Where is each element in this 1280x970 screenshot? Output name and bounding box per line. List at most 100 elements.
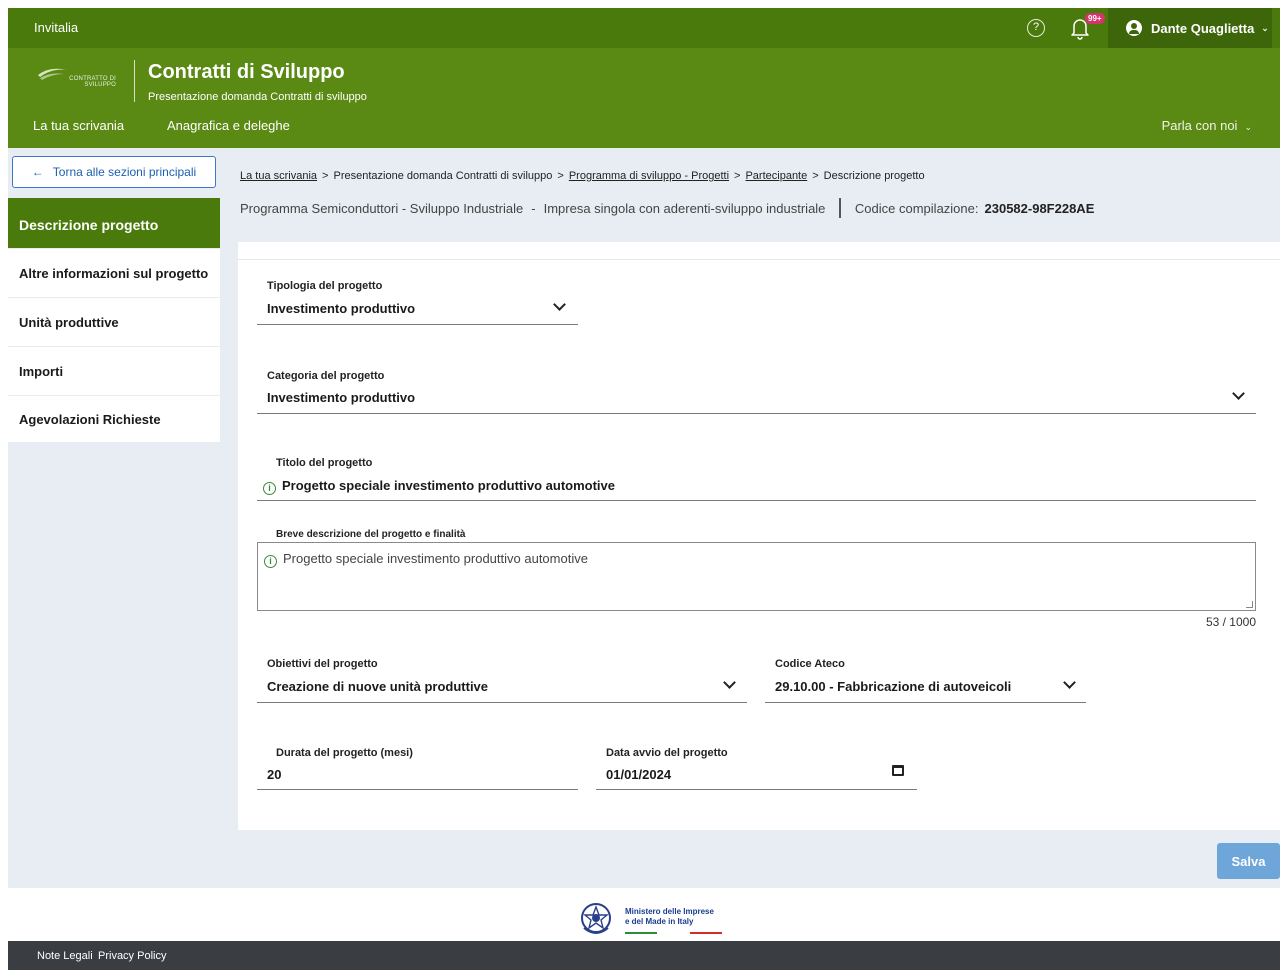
sidebar-item-agevolazioni-richieste[interactable]: Agevolazioni Richieste (8, 396, 220, 443)
field-underline (257, 500, 1256, 501)
durata-label: Durata del progetto (mesi) (276, 747, 413, 759)
obiettivi-label: Obiettivi del progetto (267, 658, 378, 670)
footer-logo-area: Ministero delle Imprese e del Made in It… (8, 888, 1280, 941)
info-divider (839, 198, 841, 218)
field-underline (257, 413, 1256, 414)
ministry-logo[interactable]: Ministero delle Imprese e del Made in It… (580, 902, 730, 938)
tipologia-label: Tipologia del progetto (267, 280, 383, 292)
form-card: Tipologia del progetto Investimento prod… (238, 242, 1280, 830)
main-content: ← Torna alle sezioni principali Descrizi… (8, 148, 1280, 888)
help-icon[interactable]: ? (1027, 19, 1045, 37)
notifications-badge: 99+ (1085, 13, 1105, 24)
codice-ateco-select[interactable]: Codice Ateco 29.10.00 - Fabbricazione di… (765, 655, 1086, 703)
field-underline (257, 702, 747, 703)
chevron-down-icon (1063, 676, 1076, 689)
breadcrumb-presentazione-domanda: Presentazione domanda Contratti di svilu… (333, 170, 553, 182)
calendar-icon[interactable] (892, 765, 904, 776)
breadcrumb-programma-sviluppo[interactable]: Programma di sviluppo - Progetti (569, 170, 729, 182)
breadcrumb: La tua scrivania > Presentazione domanda C… (240, 170, 925, 182)
app-header: CONTRATTO DI SVILUPPO Contratti di Svilu… (8, 48, 1280, 148)
categoria-value: Investimento produttivo (267, 390, 416, 405)
breadcrumb-separator: > (812, 170, 819, 182)
chevron-down-icon: ⌄ (1261, 22, 1269, 33)
titolo-value: Progetto speciale investimento produttiv… (282, 478, 615, 493)
titolo-input[interactable]: Titolo del progetto i Progetto speciale i… (257, 454, 1256, 501)
avatar-icon (1126, 20, 1142, 36)
user-name: Dante Quaglietta (1151, 20, 1255, 36)
breadcrumb-partecipante[interactable]: Partecipante (745, 170, 807, 182)
sidebar-item-label: Unità produttive (19, 314, 119, 330)
flag-green-bar (625, 932, 657, 934)
sidebar-item-label: Agevolazioni Richieste (19, 411, 161, 427)
codice-ateco-value: 29.10.00 - Fabbricazione di autoveicoli (775, 679, 1012, 694)
sidebar-item-label: Altre informazioni sul progetto (19, 265, 209, 281)
program-info: Programma Semiconduttori - Sviluppo Indu… (240, 198, 1094, 218)
chevron-down-icon: ⌄ (1244, 122, 1252, 132)
descrizione-value: Progetto speciale investimento produttiv… (283, 551, 588, 566)
data-avvio-value: 01/01/2024 (606, 767, 672, 782)
privacy-policy-link[interactable]: Privacy Policy (98, 950, 166, 962)
logo-text: CONTRATTO DI SVILUPPO (69, 76, 116, 88)
tipologia-value: Investimento produttivo (267, 301, 416, 316)
ministry-line2: e del Made in Italy (625, 917, 694, 926)
nav-la-tua-scrivania[interactable]: La tua scrivania (33, 118, 124, 133)
breadcrumb-separator: > (322, 170, 329, 182)
chevron-down-icon (723, 676, 736, 689)
resize-handle[interactable] (1246, 601, 1253, 608)
field-underline (257, 789, 578, 790)
breadcrumb-la-tua-scrivania[interactable]: La tua scrivania (240, 170, 317, 182)
logo-swoosh-icon (38, 68, 66, 80)
categoria-label: Categoria del progetto (267, 370, 385, 382)
note-legali-link[interactable]: Note Legali (37, 950, 93, 962)
parla-con-noi-label: Parla con noi (1161, 118, 1238, 133)
descrizione-label: Breve descrizione del progetto e finalit… (276, 529, 466, 540)
field-underline (765, 702, 1086, 703)
descrizione-textarea[interactable]: i Progetto speciale investimento produtti… (257, 542, 1256, 611)
info-icon: i (263, 482, 276, 495)
titolo-label: Titolo del progetto (276, 457, 373, 469)
top-bar: Invitalia ? 99+ Dante Quaglietta ⌄ (8, 8, 1280, 48)
codice-ateco-label: Codice Ateco (775, 658, 845, 670)
brand-link[interactable]: Invitalia (34, 20, 78, 35)
titolo-value-wrap: i Progetto speciale investimento produtti… (263, 478, 615, 495)
back-to-sections-button[interactable]: ← Torna alle sezioni principali (12, 156, 216, 188)
nav-anagrafica-deleghe[interactable]: Anagrafica e deleghe (167, 118, 290, 133)
sidebar-item-altre-informazioni[interactable]: Altre informazioni sul progetto (8, 249, 220, 298)
republic-emblem-icon (581, 903, 611, 934)
sidebar-item-descrizione-progetto[interactable]: Descrizione progetto (8, 198, 220, 249)
sidebar-item-importi[interactable]: Importi (8, 347, 220, 396)
info-icon: i (264, 555, 277, 568)
user-menu[interactable]: Dante Quaglietta ⌄ (1108, 8, 1272, 48)
contratto-sviluppo-logo[interactable]: CONTRATTO DI SVILUPPO (38, 60, 120, 94)
info-dash: - (531, 200, 536, 216)
durata-value: 20 (267, 767, 282, 782)
section-sidebar: Descrizione progetto Altre informazioni … (8, 198, 220, 443)
char-counter: 53 / 1000 (1205, 615, 1256, 629)
breadcrumb-separator: > (734, 170, 741, 182)
save-button[interactable]: Salva (1217, 843, 1280, 879)
sidebar-item-label: Descrizione progetto (19, 217, 159, 233)
obiettivi-value: Creazione di nuove unità produttive (267, 679, 489, 694)
header-divider (134, 60, 135, 102)
footer-links: Note Legali Privacy Policy (8, 941, 1280, 970)
back-button-label: Torna alle sezioni principali (52, 165, 197, 179)
app-title: Contratti di Sviluppo (148, 61, 345, 83)
chevron-down-icon (553, 298, 566, 311)
obiettivi-select[interactable]: Obiettivi del progetto Creazione di nuov… (257, 655, 747, 703)
sidebar-item-label: Importi (19, 363, 64, 379)
chevron-down-icon (1232, 387, 1245, 400)
data-avvio-label: Data avvio del progetto (606, 747, 728, 759)
sidebar-item-unita-produttive[interactable]: Unità produttive (8, 298, 220, 347)
field-underline (596, 789, 917, 790)
program-type: Impresa singola con aderenti-sviluppo in… (543, 200, 826, 216)
ministry-line1: Ministero delle Imprese (625, 907, 714, 916)
flag-red-bar (690, 932, 722, 934)
codice-label: Codice compilazione: (854, 200, 979, 216)
categoria-select[interactable]: Categoria del progetto Investimento prod… (257, 367, 1256, 414)
breadcrumb-current: Descrizione progetto (823, 170, 925, 182)
parla-con-noi-menu[interactable]: Parla con noi ⌄ (1162, 118, 1252, 133)
field-underline (257, 324, 578, 325)
data-avvio-input[interactable]: Data avvio del progetto 01/01/2024 (596, 744, 917, 790)
tipologia-select[interactable]: Tipologia del progetto Investimento prod… (257, 277, 578, 325)
durata-input[interactable]: Durata del progetto (mesi) 20 (257, 744, 578, 790)
